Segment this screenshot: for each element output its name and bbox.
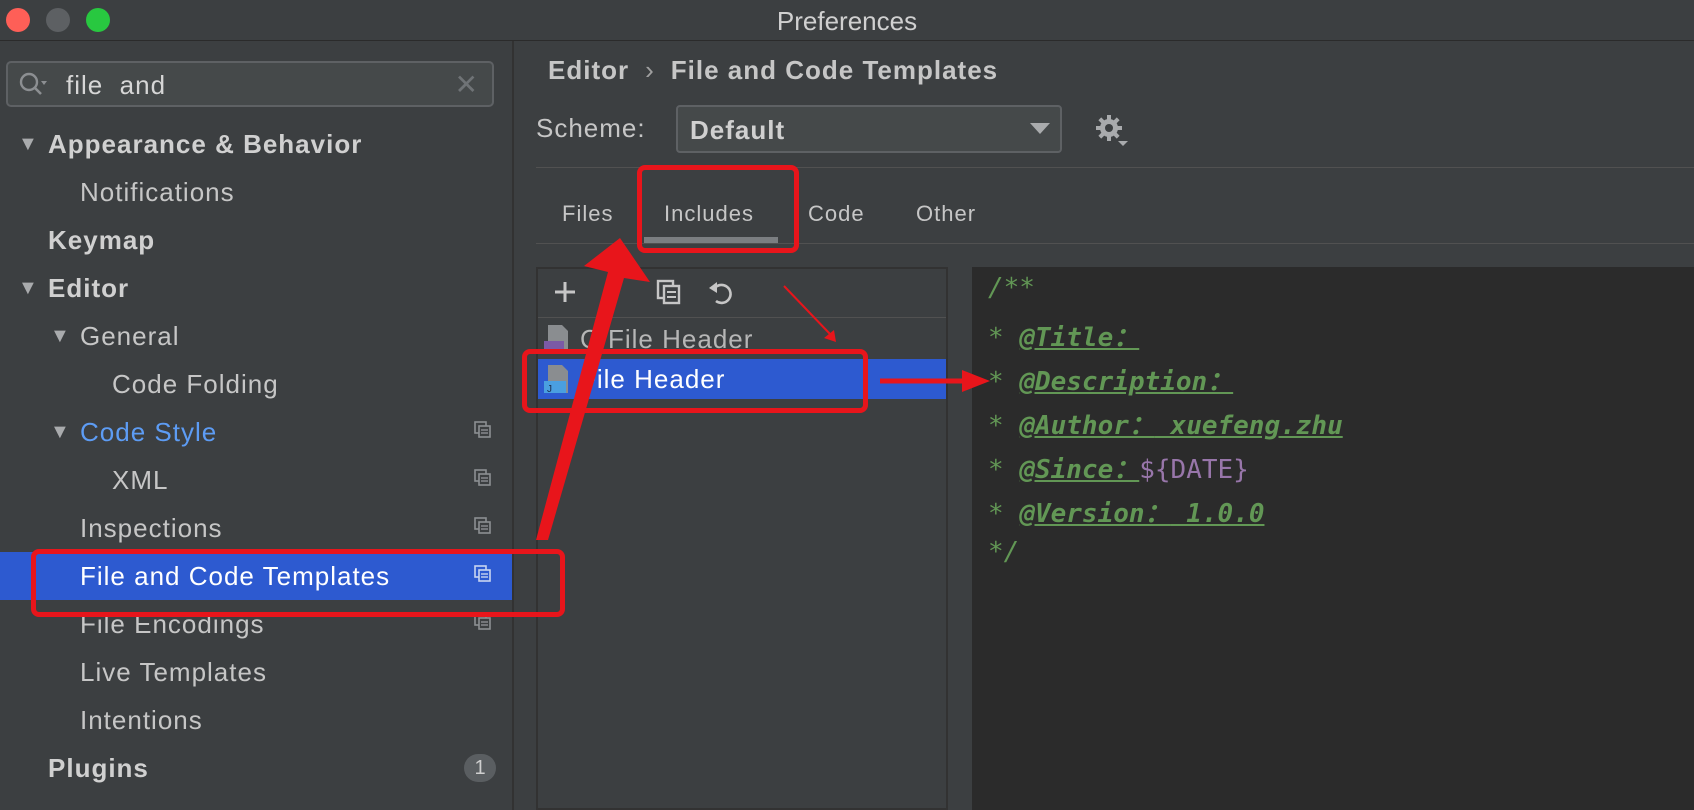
annotation-arrows xyxy=(536,238,990,540)
arrow-to-editor-line-head xyxy=(962,370,990,392)
arrow-to-file-header-head xyxy=(824,330,836,342)
arrow-to-file-header xyxy=(783,285,831,335)
arrow-to-includes-tab xyxy=(536,238,650,540)
